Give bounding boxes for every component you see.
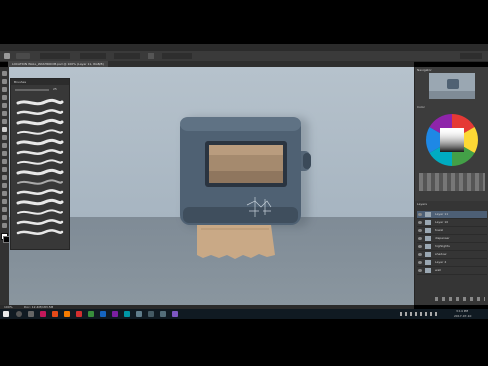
app-icon-3[interactable] [64, 311, 70, 317]
layer-visibility-eye-icon[interactable] [418, 253, 422, 256]
brush-tool-active-icon[interactable] [2, 127, 7, 132]
layer-visibility-eye-icon[interactable] [418, 269, 422, 272]
app-icon-5[interactable] [88, 311, 94, 317]
layer-thumbnail [425, 212, 431, 217]
layer-thumbnail [425, 220, 431, 225]
layer-name: dispenser [435, 236, 450, 240]
swatches-strip[interactable] [419, 173, 485, 191]
layer-thumbnail [425, 268, 431, 273]
layer-thumbnail [425, 228, 431, 233]
app-icon-4[interactable] [76, 311, 82, 317]
layers-panel-title: Layers [417, 202, 427, 206]
paper-towel-sheet [197, 225, 275, 259]
gradient-tool-icon[interactable] [2, 159, 7, 164]
layer-thumbnail [425, 252, 431, 257]
system-tray-icons[interactable] [400, 312, 440, 316]
task-view-icon[interactable] [28, 311, 34, 317]
app-icon-8[interactable] [136, 311, 142, 317]
stamp-tool-icon[interactable] [2, 135, 7, 140]
layer-visibility-eye-icon[interactable] [418, 229, 422, 232]
layer-name: towel [435, 228, 444, 232]
app-icon-6[interactable] [112, 311, 118, 317]
brush-settings-panel: Brushes 25 [10, 78, 70, 250]
blur-tool-icon[interactable] [2, 167, 7, 172]
workspace-button[interactable] [460, 53, 482, 59]
layer-row[interactable]: wall [417, 267, 487, 275]
brush-preset-list[interactable] [15, 97, 65, 245]
layer-name: Layer 10 [435, 220, 449, 224]
app-icon-1[interactable] [40, 311, 46, 317]
eyedropper-tool-icon[interactable] [2, 111, 7, 116]
brush-size-slider[interactable] [15, 89, 49, 91]
smoothing-field[interactable] [162, 53, 192, 59]
marquee-tool-icon[interactable] [2, 79, 7, 84]
taskbar-clock-date[interactable]: 2017-07-10 [454, 314, 471, 318]
app-icon-2[interactable] [52, 311, 58, 317]
brush-panel-header: Brushes [11, 79, 69, 85]
path-select-tool-icon[interactable] [2, 199, 7, 204]
brush-preset-picker[interactable] [16, 53, 30, 59]
brush-size-value[interactable]: 25 [53, 87, 57, 91]
layer-name: Layer 11 [435, 212, 449, 216]
layer-row[interactable]: highlights [417, 243, 487, 251]
layer-visibility-eye-icon[interactable] [418, 221, 422, 224]
layer-thumbnail [425, 260, 431, 265]
app-icon-11[interactable] [172, 311, 178, 317]
layer-row[interactable]: dispenser [417, 235, 487, 243]
windows-start-icon[interactable] [3, 311, 9, 317]
search-icon[interactable] [16, 311, 22, 317]
layer-row[interactable]: Layer 4 [417, 259, 487, 267]
layer-row[interactable]: towel [417, 227, 487, 235]
flow-field[interactable] [114, 53, 140, 59]
mode-dropdown[interactable] [40, 53, 70, 59]
app-icon-7[interactable] [124, 311, 130, 317]
quick-select-tool-icon[interactable] [2, 95, 7, 100]
brush-panel-title: Brushes [14, 80, 27, 84]
type-tool-icon[interactable] [2, 191, 7, 196]
layer-name: Layer 4 [435, 260, 447, 264]
menu-bar: Ps File Edit Image Layer Type Select Fil… [0, 44, 488, 60]
app-icon-10[interactable] [160, 311, 166, 317]
healing-tool-icon[interactable] [2, 119, 7, 124]
history-brush-tool-icon[interactable] [2, 143, 7, 148]
navigator-panel-title: Navigator [417, 68, 432, 72]
airbrush-toggle[interactable] [148, 53, 154, 59]
opacity-field[interactable] [80, 53, 106, 59]
layer-row[interactable]: Layer 11 [417, 211, 487, 219]
app-icon-9[interactable] [148, 311, 154, 317]
tools-panel [0, 67, 10, 305]
navigator-thumbnail[interactable] [429, 73, 475, 99]
brush-tool-icon[interactable] [4, 53, 10, 59]
layer-visibility-eye-icon[interactable] [418, 237, 422, 240]
dodge-tool-icon[interactable] [2, 175, 7, 180]
photoshop-taskbar-icon[interactable] [100, 311, 106, 317]
layer-visibility-eye-icon[interactable] [418, 213, 422, 216]
layer-name: shadow [435, 252, 447, 256]
color-panel-title: Color [417, 105, 425, 109]
layer-name: wall [435, 268, 441, 272]
layer-row[interactable]: shadow [417, 251, 487, 259]
hand-tool-icon[interactable] [2, 215, 7, 220]
layer-visibility-eye-icon[interactable] [418, 261, 422, 264]
pen-tool-icon[interactable] [2, 183, 7, 188]
layer-thumbnail [425, 236, 431, 241]
eraser-tool-icon[interactable] [2, 151, 7, 156]
layer-name: highlights [435, 244, 450, 248]
crop-tool-icon[interactable] [2, 103, 7, 108]
layer-row[interactable]: Layer 10 [417, 219, 487, 227]
layers-panel: Layers Layer 11 Layer 10 towel dispenser… [415, 201, 488, 305]
windows-taskbar: 3:14 PM 2017-07-10 [0, 309, 488, 319]
zoom-tool-icon[interactable] [2, 223, 7, 228]
taskbar-clock-time[interactable]: 3:14 PM [456, 309, 468, 313]
color-wheel[interactable] [425, 113, 479, 167]
layer-visibility-eye-icon[interactable] [418, 245, 422, 248]
lasso-tool-icon[interactable] [2, 87, 7, 92]
move-tool-icon[interactable] [2, 71, 7, 76]
shape-tool-icon[interactable] [2, 207, 7, 212]
layer-thumbnail [425, 244, 431, 249]
layers-footer-icons[interactable] [435, 297, 485, 301]
right-panel-dock: Navigator Color Layers Layer 11 Layer 10… [414, 67, 488, 305]
